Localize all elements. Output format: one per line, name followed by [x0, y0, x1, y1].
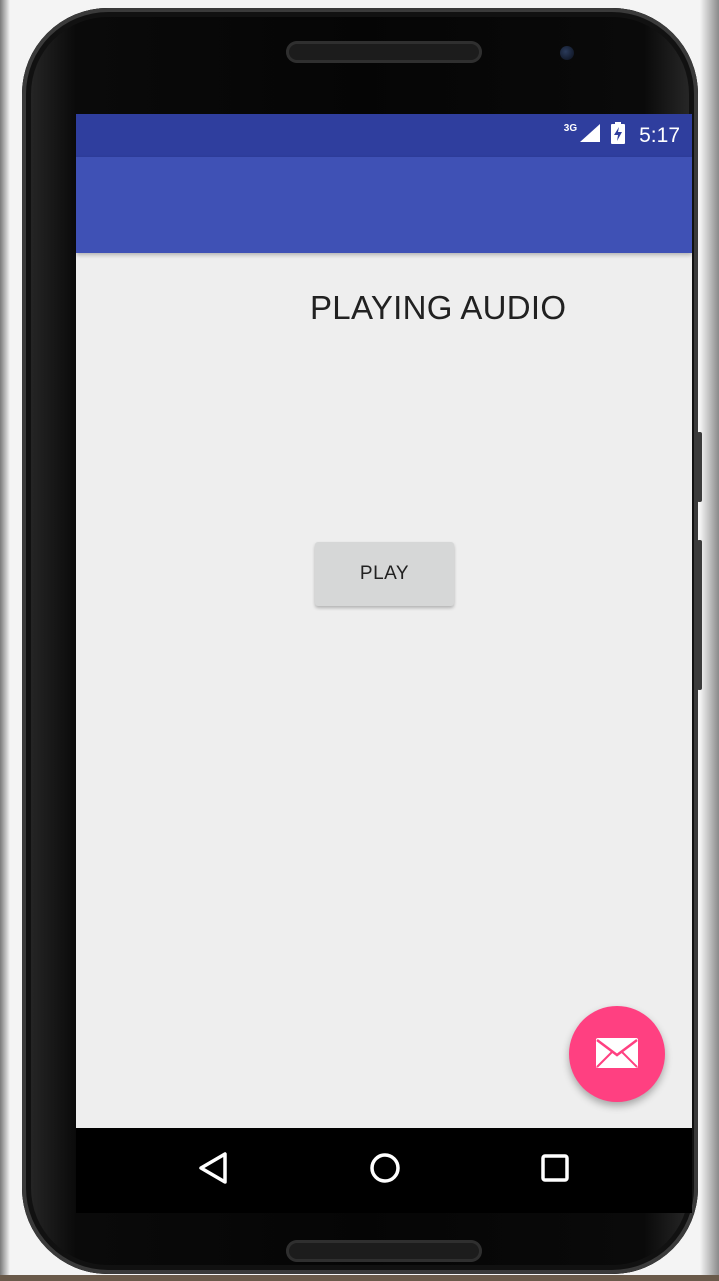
nav-home-button[interactable] — [340, 1128, 430, 1213]
status-icons: 3G 5:17 — [564, 114, 680, 157]
navigation-bar — [76, 1128, 692, 1213]
top-speaker — [286, 41, 482, 63]
app-toolbar — [76, 157, 692, 253]
status-clock: 5:17 — [639, 123, 680, 147]
play-button[interactable]: PLAY — [315, 542, 454, 606]
recents-icon — [540, 1153, 570, 1188]
front-camera — [560, 46, 574, 60]
back-icon — [197, 1151, 229, 1190]
volume-button — [697, 432, 702, 502]
status-bar: 3G 5:17 — [76, 114, 692, 157]
phone-frame: 3G 5:17 PLAYING AUDIO PLAY — [22, 8, 698, 1274]
nav-back-button[interactable] — [168, 1128, 258, 1213]
signal-icon — [579, 123, 601, 148]
network-type-label: 3G — [563, 123, 578, 134]
page-title: PLAYING AUDIO — [310, 289, 567, 326]
power-button — [697, 540, 702, 690]
taskbar-edge — [0, 1275, 719, 1281]
device-screen: 3G 5:17 PLAYING AUDIO PLAY — [76, 114, 692, 1213]
nav-recents-button[interactable] — [510, 1128, 600, 1213]
bottom-speaker — [286, 1240, 482, 1262]
home-icon — [369, 1152, 401, 1189]
email-fab[interactable] — [569, 1006, 665, 1102]
battery-charging-icon — [611, 122, 626, 149]
email-icon — [595, 1037, 639, 1072]
